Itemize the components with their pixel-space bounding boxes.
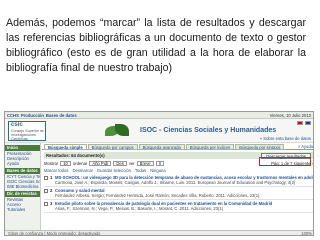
result-number: 1 (50, 175, 53, 180)
site-banner: csic Consejo Superior de Investigaciones… (5, 119, 313, 143)
nav-link-produccion[interactable]: Producción (21, 113, 44, 118)
nav-link-bases-datos[interactable]: Bases de datos (46, 113, 77, 118)
sidebar-item-tutoriales[interactable]: Tutoriales (5, 207, 40, 212)
tab-busqueda-avanzada[interactable]: Búsqueda avanzada (138, 144, 185, 150)
security-zone-status: Sitios de confianza | Modo protegido: de… (8, 231, 101, 236)
result-checkbox[interactable] (44, 176, 48, 180)
result-meta: Fernández Arbesú, Sergio; Fernández Herm… (55, 193, 260, 198)
browser-screenshot: CCHS Producción Bases de datos Viernes, … (4, 111, 314, 236)
result-checkbox[interactable] (44, 189, 48, 193)
mark-all-link[interactable]: Marcar todos (44, 168, 68, 173)
sidebar-item-ayuda[interactable]: Ayuda (5, 161, 40, 166)
tab-busqueda-simple[interactable]: Búsqueda simple (44, 144, 87, 150)
go-button[interactable]: Ir (155, 160, 165, 166)
tab-busqueda-campos[interactable]: Búsqueda por campos (87, 144, 138, 150)
order-label: ordenar (72, 160, 88, 166)
sidebar: Inicio Presentación Descripción Ayuda Ba… (5, 143, 41, 235)
results-count: Resultados: 64 documento(s) (46, 153, 105, 158)
result-meta: Arias, F.; Szerman, N.; Vega, P.; Mesias… (55, 206, 224, 211)
result-meta: Carmona, José A.; Espinola, Moisés; Cang… (55, 180, 296, 185)
list-item: 3 Estudio piloto sobre la prevalencia de… (44, 200, 313, 213)
breadcrumb: CCHS Producción Bases de datos (7, 113, 77, 118)
results-list: 1 MS-SCHOOL: un videojuego 3D para la de… (44, 174, 313, 213)
result-checkbox[interactable] (44, 202, 48, 206)
unmark-link[interactable]: Desmarcar (72, 168, 92, 173)
slide-paragraph: Además, podemos “marcar” la lista de res… (6, 17, 306, 74)
tab-busqueda-sintaxis[interactable]: Búsqueda por sintaxis (235, 144, 285, 150)
save-selection-link[interactable]: Guardar selección (97, 168, 131, 173)
csic-logo[interactable]: csic Consejo Superior de Investigaciones… (8, 121, 46, 141)
language-flags[interactable] (297, 121, 311, 125)
result-number: 3 (50, 201, 53, 206)
selection-actions: Marcar todos Desmarcar Guardar selección… (44, 167, 313, 173)
order-by-select[interactable]: Año Pub (89, 160, 112, 166)
spanish-flag-icon[interactable] (297, 121, 303, 125)
database-title: ISOC - Ciencias Sociales y Humanidades (140, 127, 277, 134)
result-number: 2 (50, 188, 53, 193)
format-select[interactable]: Breve (136, 160, 154, 166)
nav-link-cchs[interactable]: CCHS (7, 113, 19, 118)
main-content: Búsqueda simple Búsqueda por campos Búsq… (42, 143, 313, 235)
sidebar-item-ime[interactable]: IME Biomedicina (5, 184, 40, 189)
list-item: 1 MS-SCHOOL: un videojuego 3D para la de… (44, 174, 313, 187)
english-flag-icon[interactable] (305, 121, 311, 125)
help-link[interactable]: » Ayuda (298, 144, 313, 149)
per-page-select[interactable]: 10 (60, 160, 71, 166)
top-navigation-bar: CCHS Producción Bases de datos Viernes, … (5, 112, 313, 119)
about-database-link[interactable]: » Sobre esta base de datos (260, 136, 311, 141)
mostrar-label: Mostrar (44, 160, 59, 166)
select-none-link[interactable]: Ninguna (150, 168, 166, 173)
current-date: Viernes, 10 Julio 2013 (269, 112, 311, 118)
tab-busqueda-indices[interactable]: Búsqueda por índices (185, 144, 235, 150)
search-tabs: Búsqueda simple Búsqueda por campos Búsq… (42, 143, 313, 150)
leaf-emblem-icon (105, 122, 135, 140)
format-label: ver (128, 160, 135, 166)
order-direction-select[interactable]: Des (113, 160, 127, 166)
download-highlight-box (259, 157, 311, 166)
zoom-level[interactable]: 100% (301, 231, 312, 235)
select-all-link[interactable]: Todas (135, 168, 146, 173)
browser-status-bar: Sitios de confianza | Modo protegido: de… (5, 230, 313, 236)
list-item: 2 Consumo y salud mental Fernández Arbes… (44, 187, 313, 200)
